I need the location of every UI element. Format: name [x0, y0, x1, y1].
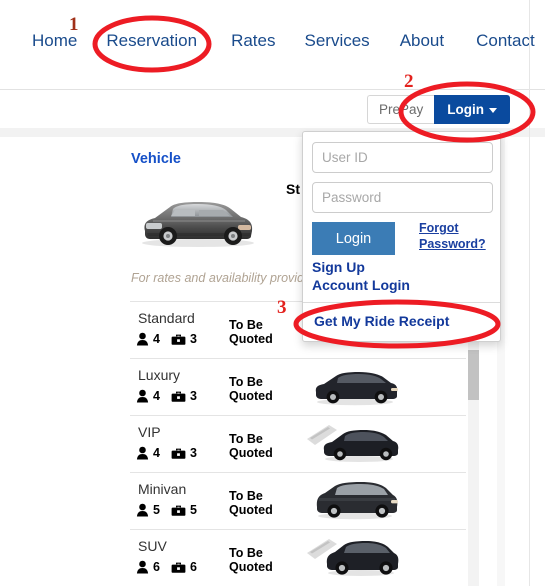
vip-sedan-thumb — [307, 425, 399, 462]
briefcase-icon — [171, 391, 186, 402]
login-dropdown-button[interactable]: Login — [434, 95, 510, 124]
vehicle-name: Minivan — [138, 481, 187, 497]
vehicle-capacity: 4 3 — [136, 332, 204, 346]
nav-item-rates[interactable]: Rates — [231, 30, 275, 52]
luggage-count: 3 — [189, 389, 197, 403]
nav-item-reservation[interactable]: Reservation — [106, 30, 197, 52]
passenger-count: 5 — [153, 503, 160, 517]
login-secondary-links: Sign Up Account Login — [312, 258, 491, 302]
luggage-count: 5 — [189, 503, 197, 517]
luggage-count: 6 — [189, 560, 197, 574]
vehicle-price: To Be Quoted — [229, 489, 273, 517]
vehicle-heading: Vehicle — [131, 151, 181, 167]
vehicle-list-scrollbar-thumb[interactable] — [468, 350, 479, 400]
vehicle-name: VIP — [138, 424, 161, 440]
table-row[interactable]: Luxury 4 3 To Be Quoted — [130, 358, 466, 415]
luggage-count: 3 — [189, 332, 197, 346]
prepay-button[interactable]: PrePay — [366, 95, 435, 124]
login-dropdown-panel: Login Forgot Password? Sign Up Account L… — [302, 131, 501, 342]
passenger-count: 4 — [153, 332, 160, 346]
nav-item-services[interactable]: Services — [305, 30, 370, 52]
person-icon — [136, 446, 149, 460]
vehicle-capacity: 4 3 — [136, 446, 204, 460]
briefcase-icon — [171, 505, 186, 516]
table-row[interactable]: Minivan 5 5 To Be Quoted — [130, 472, 466, 529]
vehicle-capacity: 6 6 — [136, 560, 204, 574]
briefcase-icon — [171, 562, 186, 573]
account-button-group: PrePay Login — [366, 95, 510, 124]
vehicle-name: Luxury — [138, 367, 181, 383]
vehicle-price: To Be Quoted — [229, 546, 273, 574]
login-button-label: Login — [447, 102, 484, 117]
chevron-down-icon — [489, 108, 497, 113]
passenger-count: 6 — [153, 560, 160, 574]
login-submit-button[interactable]: Login — [312, 222, 395, 255]
vehicle-capacity: 5 5 — [136, 503, 204, 517]
page-root: Home Reservation Rates Services About Co… — [0, 0, 545, 586]
account-login-link[interactable]: Account Login — [312, 276, 491, 294]
user-id-input[interactable] — [312, 142, 493, 173]
page-right-border — [529, 0, 530, 586]
person-icon — [136, 560, 149, 574]
sedan-car-image — [142, 202, 254, 247]
suv-thumb — [307, 539, 399, 576]
vehicle-price: To Be Quoted — [229, 432, 273, 460]
luxury-sedan-thumb — [315, 372, 398, 406]
nav-item-contact[interactable]: Contact — [476, 30, 535, 52]
main-navbar: Home Reservation Rates Services About Co… — [0, 0, 545, 90]
table-row[interactable]: VIP 4 3 To Be Quoted — [130, 415, 466, 472]
briefcase-icon — [171, 448, 186, 459]
nav-item-about[interactable]: About — [400, 30, 444, 52]
table-row[interactable]: SUV 6 6 To Be Quoted — [130, 529, 466, 586]
nav-item-home[interactable]: Home — [32, 30, 77, 52]
passenger-count: 4 — [153, 446, 160, 460]
vehicle-list: Standard 4 3 To Be Quoted Luxury 4 3 To … — [130, 301, 466, 586]
standard-label-truncated: St — [286, 181, 300, 197]
action-bar: PrePay Login — [0, 91, 545, 128]
vehicle-name: Standard — [138, 310, 195, 326]
sign-up-link[interactable]: Sign Up — [312, 258, 491, 276]
person-icon — [136, 332, 149, 346]
minivan-thumb — [316, 482, 398, 520]
passenger-count: 4 — [153, 389, 160, 403]
get-my-ride-receipt-link[interactable]: Get My Ride Receipt — [312, 303, 491, 341]
vehicle-price: To Be Quoted — [229, 375, 273, 403]
vehicle-name: SUV — [138, 538, 167, 554]
rates-availability-note: For rates and availability provide — [131, 271, 311, 285]
briefcase-icon — [171, 334, 186, 345]
person-icon — [136, 389, 149, 403]
forgot-password-link[interactable]: Forgot Password? — [419, 220, 489, 252]
vehicle-capacity: 4 3 — [136, 389, 204, 403]
nav-links: Home Reservation Rates Services About Co… — [0, 30, 545, 52]
vehicle-price: To Be Quoted — [229, 318, 273, 346]
luggage-count: 3 — [189, 446, 197, 460]
person-icon — [136, 503, 149, 517]
password-input[interactable] — [312, 182, 493, 213]
login-submit-row: Login Forgot Password? — [312, 220, 491, 258]
